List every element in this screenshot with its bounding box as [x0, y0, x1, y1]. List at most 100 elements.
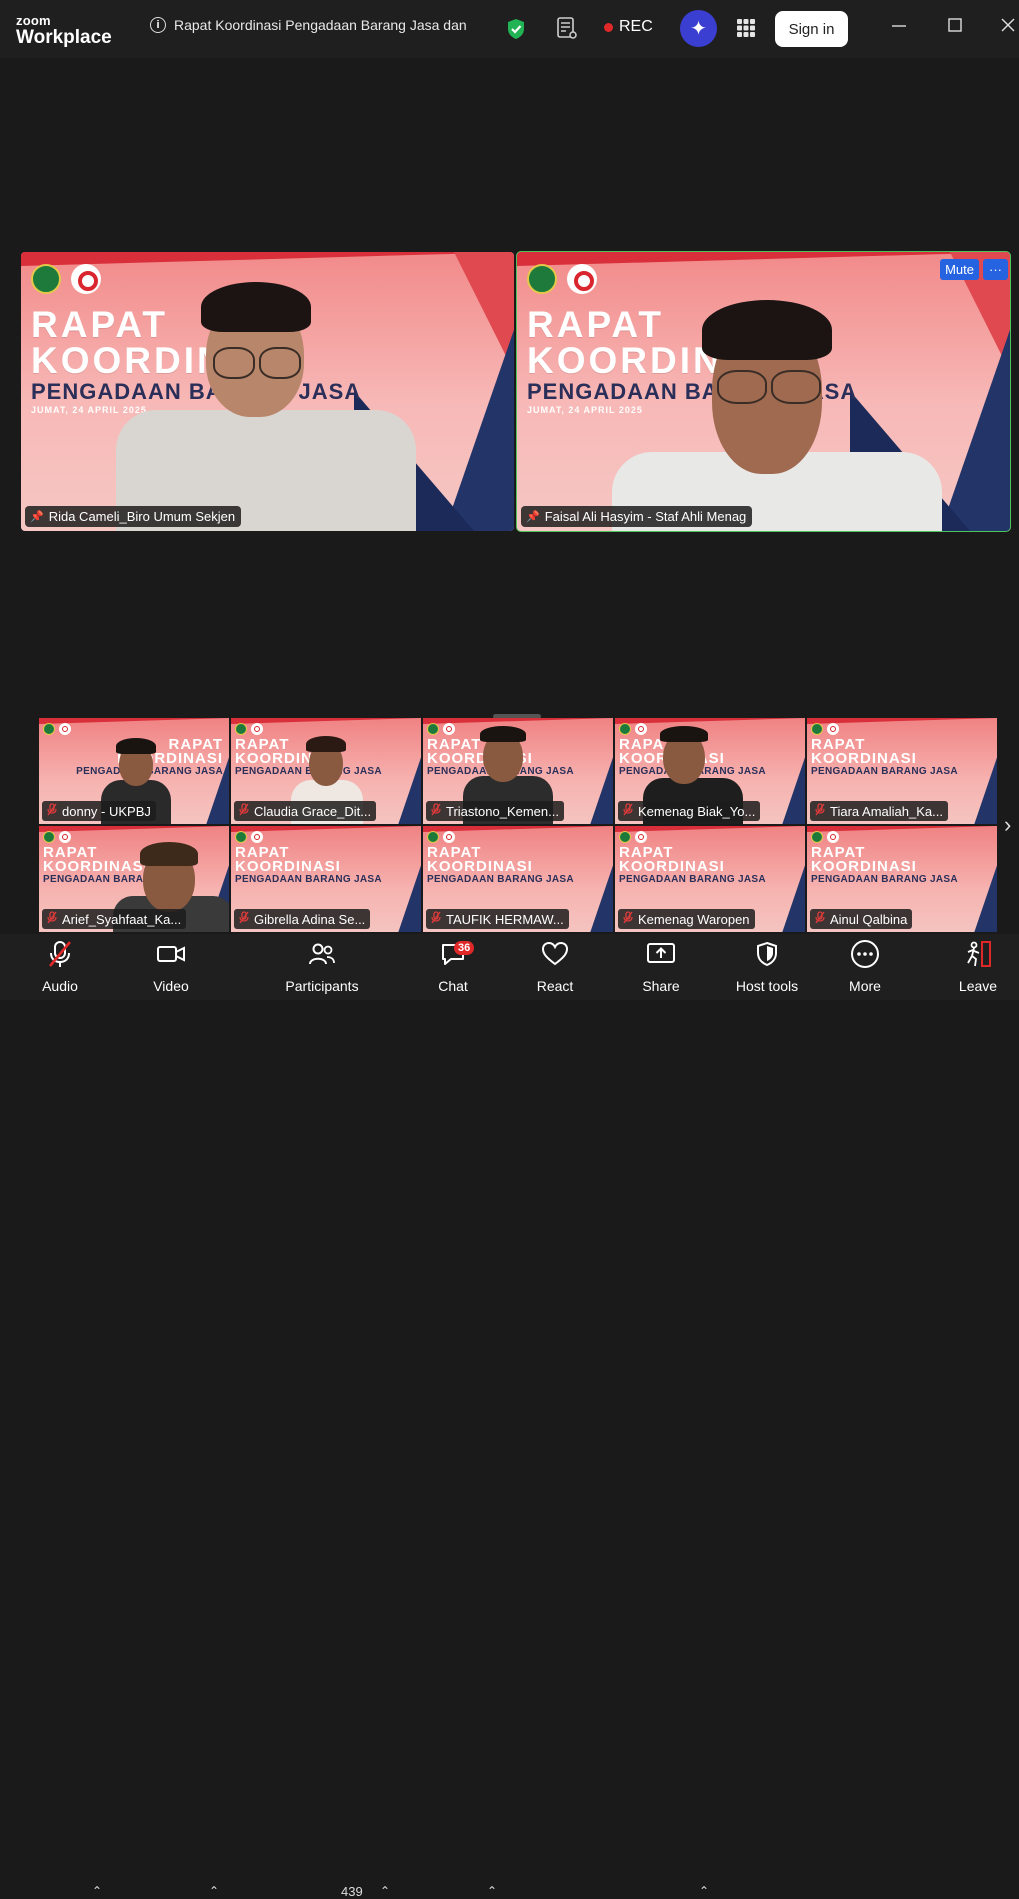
chat-bubble-icon: 36: [439, 934, 475, 974]
slide-title-line3: PENGADAAN BARANG JASA: [811, 874, 958, 885]
gallery-tile[interactable]: RAPAT KOORDINASI PENGADAAN BARANG JASA Clau…: [231, 718, 421, 824]
participant-name-tag: Claudia Grace_Dit...: [234, 801, 377, 821]
participant-name: Tiara Amaliah_Ka...: [830, 803, 943, 819]
microphone-muted-icon: [623, 803, 633, 819]
participants-label: Participants: [285, 978, 359, 994]
video-options-chevron-icon[interactable]: ⌃: [209, 1884, 219, 1898]
participant-name-tag: Triastono_Kemen...: [426, 801, 564, 821]
leave-door-icon: [963, 934, 993, 974]
minimize-icon[interactable]: [891, 17, 907, 38]
gl-logo-icon: [443, 831, 455, 843]
react-label: React: [536, 978, 574, 994]
gallery-tile[interactable]: RAPAT KOORDINASI PENGADAAN BARANG JASA Ainu…: [807, 826, 997, 932]
slide-title-line2: KOORDINASI: [811, 858, 917, 875]
more-label: More: [849, 978, 881, 994]
leave-meeting-button[interactable]: Leave: [958, 934, 998, 1000]
gallery-tile[interactable]: RAPAT KOORDINASI PENGADAAN BARANG JASA Arie…: [39, 826, 229, 932]
microphone-muted-icon: [815, 911, 825, 927]
gallery-tile[interactable]: RAPAT KOORDINASI PENGADAAN BARANG JASA Tiar…: [807, 718, 997, 824]
recording-indicator[interactable]: REC: [604, 18, 653, 36]
logo-top: zoom: [16, 13, 51, 28]
heart-icon: [541, 934, 569, 974]
microphone-muted-icon: [239, 803, 249, 819]
gallery-tile[interactable]: RAPAT KOORDINASI PENGADAAN BARANG JASA donn…: [39, 718, 229, 824]
audio-button[interactable]: Audio: [39, 934, 81, 1000]
gallery-strip: RAPAT KOORDINASI PENGADAAN BARANG JASA donn…: [39, 718, 997, 932]
react-button[interactable]: React: [534, 934, 576, 1000]
shield-icon: [755, 934, 779, 974]
participant-name: donny - UKPBJ: [62, 803, 151, 819]
video-tile-speaker-1[interactable]: RAPAT KOORDINASI PENGADAAN BARANG JASA J…: [21, 252, 514, 531]
more-button[interactable]: More: [846, 934, 884, 1000]
microphone-muted-icon: [47, 803, 57, 819]
microphone-muted-icon: [623, 911, 633, 927]
gl-logo-icon: [827, 723, 839, 735]
participants-options-chevron-icon[interactable]: ⌃: [380, 1884, 390, 1898]
gallery-tile[interactable]: RAPAT KOORDINASI PENGADAAN BARANG JASA Gibr…: [231, 826, 421, 932]
participants-button[interactable]: Participants: [280, 934, 364, 1000]
participant-name-tag: Kemenag Waropen: [618, 909, 755, 929]
microphone-muted-icon: [47, 911, 57, 927]
chat-button[interactable]: 36 Chat: [434, 934, 475, 1000]
share-screen-button[interactable]: Share: [640, 934, 682, 1000]
sign-in-button[interactable]: Sign in: [775, 11, 848, 47]
gl-logo-icon: [251, 831, 263, 843]
audio-label: Audio: [42, 978, 78, 994]
slide-title-line2: KOORDINASI: [811, 750, 917, 767]
slide-title-line3: PENGADAAN BARANG JASA: [811, 766, 958, 777]
host-tools-button[interactable]: Host tools: [733, 934, 801, 1000]
leave-label: Leave: [958, 978, 998, 994]
participant-name-tag: TAUFIK HERMAW...: [426, 909, 569, 929]
participant-name: Triastono_Kemen...: [446, 803, 559, 819]
maximize-icon[interactable]: [947, 17, 963, 38]
meeting-toolbar: Audio ⌃ Video ⌃ Participants 439 ⌃ 36 Ch…: [0, 934, 1019, 1899]
participant-count: 439: [341, 1884, 363, 1899]
share-screen-icon: [646, 934, 676, 974]
video-tile-active-speaker[interactable]: RAPAT KOORDINASI PENGADAAN BARANG JASA J…: [516, 251, 1011, 532]
microphone-muted-icon: [47, 934, 73, 974]
more-options-button[interactable]: ···: [983, 259, 1008, 280]
gl-logo-icon: [635, 831, 647, 843]
video-button[interactable]: Video: [150, 934, 192, 1000]
participant-video: [517, 252, 1010, 531]
chat-options-chevron-icon[interactable]: ⌃: [487, 1884, 497, 1898]
participant-video: [21, 252, 514, 531]
ai-companion-button[interactable]: ✦: [680, 10, 717, 47]
ministry-emblem-icon: [811, 723, 823, 735]
ministry-emblem-icon: [427, 831, 439, 843]
slide-title-line2: KOORDINASI: [235, 858, 341, 875]
share-options-chevron-icon[interactable]: ⌃: [699, 1884, 709, 1898]
participants-icon: [308, 934, 336, 974]
apps-grid-icon[interactable]: [736, 18, 756, 43]
security-shield-icon[interactable]: [506, 18, 526, 45]
participant-name-tag: Tiara Amaliah_Ka...: [810, 801, 948, 821]
info-icon[interactable]: i: [150, 17, 166, 33]
meeting-title: Rapat Koordinasi Pengadaan Barang Jasa d…: [174, 17, 467, 33]
ministry-emblem-icon: [619, 831, 631, 843]
participant-name: Ainul Qalbina: [830, 911, 908, 927]
meeting-info[interactable]: i Rapat Koordinasi Pengadaan Barang Jasa…: [150, 17, 467, 33]
participant-name-tag: 📌 Faisal Ali Hasyim - Staf Ahli Menag: [521, 506, 753, 527]
gallery-tile[interactable]: RAPAT KOORDINASI PENGADAAN BARANG JASA Tria…: [423, 718, 613, 824]
participant-name: Kemenag Biak_Yo...: [638, 803, 756, 819]
gallery-tile[interactable]: RAPATKOORDINASIPENGADAAN BARANG JASAKeme…: [615, 826, 805, 932]
gallery-tile[interactable]: RAPAT KOORDINASI PENGADAAN BARANG JASA TAUF…: [423, 826, 613, 932]
ministry-emblem-icon: [811, 831, 823, 843]
participant-name: Claudia Grace_Dit...: [254, 803, 372, 819]
audio-options-chevron-icon[interactable]: ⌃: [92, 1884, 102, 1898]
gallery-tile[interactable]: RAPATKOORDINASIPENGADAAN BARANG JASAKeme…: [615, 718, 805, 824]
mute-participant-button[interactable]: Mute: [940, 259, 979, 280]
rec-label: REC: [619, 18, 653, 35]
title-bar: zoom Workplace i Rapat Koordinasi Pengad…: [0, 0, 1019, 58]
close-icon[interactable]: [1000, 17, 1016, 38]
microphone-muted-icon: [239, 911, 249, 927]
participant-name: Arief_Syahfaat_Ka...: [62, 911, 182, 927]
participant-name: Faisal Ali Hasyim - Staf Ahli Menag: [544, 509, 747, 524]
next-page-chevron-icon[interactable]: ›: [1004, 812, 1011, 838]
gl-logo-icon: [827, 831, 839, 843]
slide-title-line2: KOORDINASI: [619, 858, 725, 875]
participant-name-tag: Gibrella Adina Se...: [234, 909, 371, 929]
notes-icon[interactable]: [556, 16, 578, 45]
participant-name: TAUFIK HERMAW...: [446, 911, 564, 927]
recording-dot-icon: [604, 22, 613, 32]
